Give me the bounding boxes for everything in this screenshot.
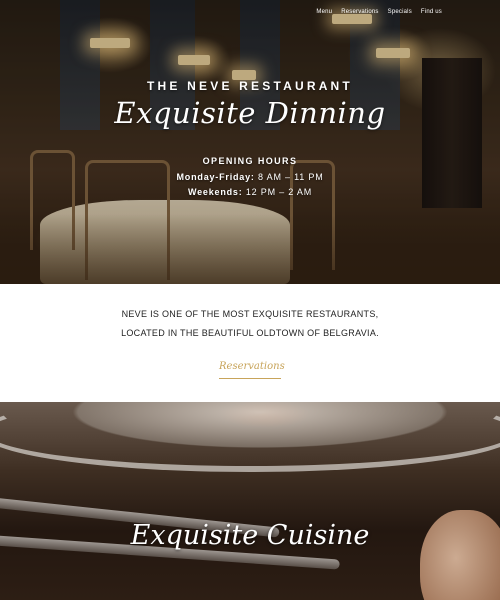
nav-item-reservations[interactable]: Reservations	[341, 9, 378, 15]
nav-item-find-us[interactable]: Find us	[421, 9, 442, 15]
plate-decor	[0, 402, 500, 472]
hero-section: Menu Reservations Specials Find us THE N…	[0, 0, 500, 284]
hero-tagline: Exquisite Dinning	[114, 96, 386, 130]
about-section: NEVE IS ONE OF THE MOST EXQUISITE RESTAU…	[0, 284, 500, 402]
hero-overlay	[0, 0, 500, 284]
opening-hours-heading: OPENING HOURS	[202, 156, 298, 166]
nav-item-specials[interactable]: Specials	[388, 9, 412, 15]
restaurant-name: THE NEVE RESTAURANT	[147, 79, 353, 93]
about-text-line: LOCATED IN THE BEAUTIFUL OLDTOWN OF BELG…	[121, 328, 379, 338]
weekday-hours: Monday-Friday: 8 AM – 11 PM	[0, 172, 500, 182]
weekend-time: 12 PM – 2 AM	[245, 187, 312, 197]
weekend-label: Weekends:	[187, 187, 243, 197]
cuisine-section: Exquisite Cuisine	[0, 402, 500, 600]
weekday-label: Monday-Friday:	[176, 172, 255, 182]
nav-item-menu[interactable]: Menu	[316, 9, 332, 15]
about-text-line: NEVE IS ONE OF THE MOST EXQUISITE RESTAU…	[121, 309, 379, 319]
weekday-time: 8 AM – 11 PM	[258, 172, 324, 182]
weekend-hours: Weekends: 12 PM – 2 AM	[0, 187, 500, 197]
reservations-button[interactable]: Reservations	[219, 361, 285, 379]
cuisine-title: Exquisite Cuisine	[130, 520, 370, 551]
top-nav: Menu Reservations Specials Find us	[316, 9, 442, 15]
